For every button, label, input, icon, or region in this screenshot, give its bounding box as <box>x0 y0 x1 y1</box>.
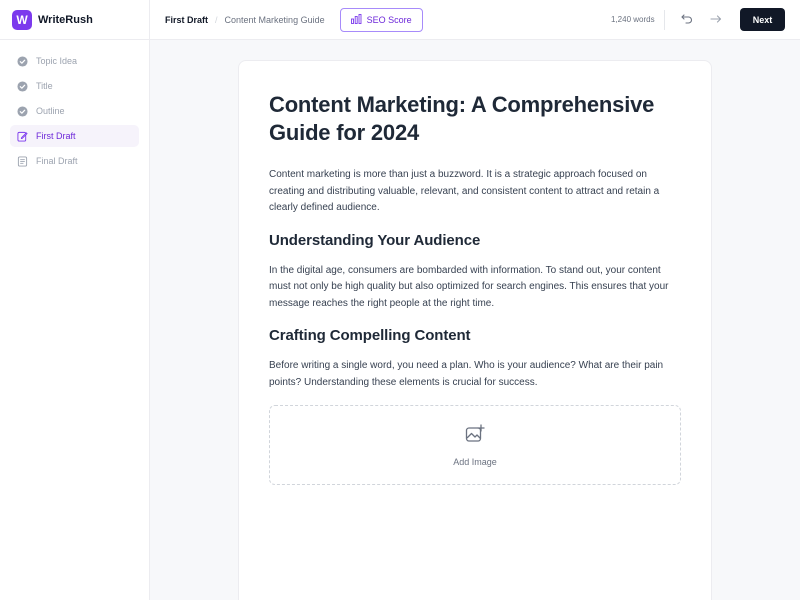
check-circle-icon <box>17 55 28 67</box>
add-image-label: Add Image <box>453 456 497 467</box>
section-paragraph[interactable]: Before writing a single word, you need a… <box>269 358 681 391</box>
section-heading[interactable]: Understanding Your Audience <box>269 232 681 249</box>
sidebar-item-outline[interactable]: Outline <box>10 100 139 122</box>
undo-button[interactable] <box>679 11 695 27</box>
document-title[interactable]: Content Marketing: A Comprehensive Guide… <box>269 91 681 147</box>
bar-chart-icon <box>350 13 362 26</box>
document-editor[interactable]: Content Marketing: A Comprehensive Guide… <box>238 60 712 600</box>
sidebar-item-label: Outline <box>36 106 65 116</box>
image-add-icon <box>465 423 485 449</box>
word-count: 1,240 words <box>611 15 655 24</box>
sidebar: W WriteRush Topic Idea Title Outline Fir… <box>0 0 150 600</box>
intro-paragraph[interactable]: Content marketing is more than just a bu… <box>269 167 681 217</box>
app-name: WriteRush <box>38 13 93 26</box>
check-circle-icon <box>17 80 28 92</box>
sidebar-item-topic-idea[interactable]: Topic Idea <box>10 50 139 72</box>
breadcrumb-separator: / <box>215 14 218 25</box>
add-image-dropzone[interactable]: Add Image <box>269 405 681 485</box>
sidebar-item-final-draft[interactable]: Final Draft <box>10 150 139 172</box>
top-bar: First Draft / Content Marketing Guide SE… <box>150 0 800 40</box>
section-heading[interactable]: Crafting Compelling Content <box>269 327 681 344</box>
sidebar-item-first-draft[interactable]: First Draft <box>10 125 139 147</box>
step-nav: Topic Idea Title Outline First Draft Fin… <box>0 40 149 172</box>
sidebar-item-label: Title <box>36 81 53 91</box>
sidebar-item-label: Final Draft <box>36 156 78 166</box>
breadcrumb-document-name[interactable]: Content Marketing Guide <box>225 15 325 25</box>
section-paragraph[interactable]: In the digital age, consumers are bombar… <box>269 263 681 313</box>
brand: W WriteRush <box>0 0 149 40</box>
redo-button[interactable] <box>708 11 724 27</box>
breadcrumb-current-step: First Draft <box>165 14 209 25</box>
sidebar-item-label: Topic Idea <box>36 56 78 66</box>
arrow-right-icon <box>710 15 722 23</box>
document-icon <box>17 155 28 167</box>
seo-score-label: SEO Score <box>366 14 412 25</box>
check-circle-icon <box>17 105 28 117</box>
edit-icon <box>17 131 28 142</box>
sidebar-item-title[interactable]: Title <box>10 75 139 97</box>
next-button[interactable]: Next <box>740 8 785 31</box>
sidebar-item-label: First Draft <box>36 131 76 141</box>
app-logo: W <box>12 9 32 30</box>
undo-icon <box>681 14 692 24</box>
seo-score-button[interactable]: SEO Score <box>339 7 423 32</box>
divider <box>664 10 665 30</box>
